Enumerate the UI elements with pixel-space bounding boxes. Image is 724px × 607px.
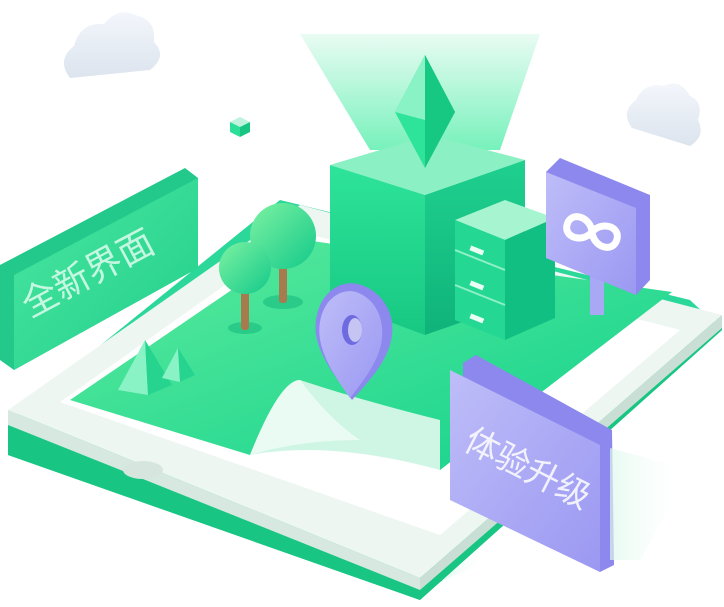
cloud-icon <box>63 12 161 78</box>
home-button <box>123 461 163 479</box>
server-cabinet-icon <box>454 200 555 340</box>
isometric-illustration: 全新界面 体验升级 <box>0 12 722 600</box>
cube-icon <box>230 117 250 137</box>
cloud-icon <box>626 83 701 146</box>
